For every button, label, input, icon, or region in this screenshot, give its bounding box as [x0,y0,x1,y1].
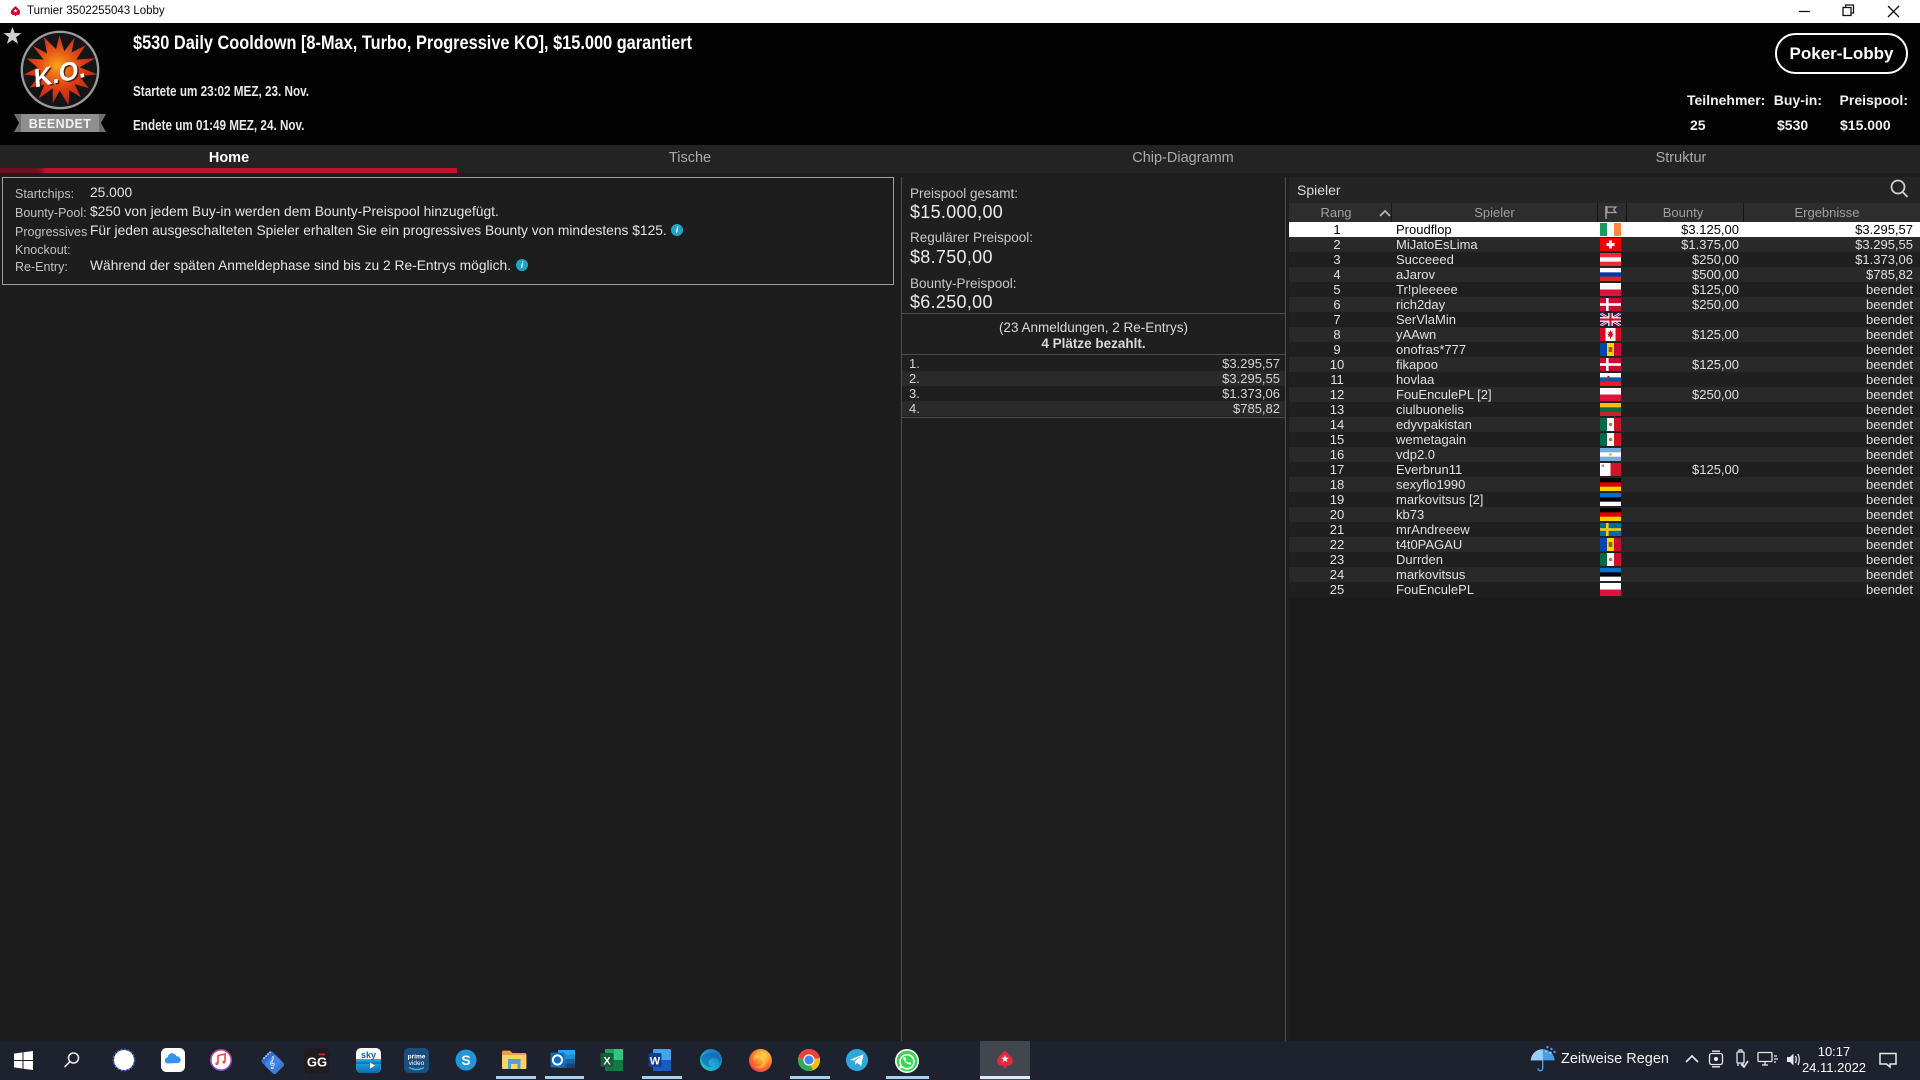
svg-text:GG: GG [307,1055,327,1070]
svg-text:W: W [650,1056,661,1068]
svg-text:sky: sky [361,1050,376,1060]
svg-text:BEENDET: BEENDET [29,117,92,131]
svg-text:S: S [461,1052,470,1068]
svg-text:video: video [409,1060,425,1067]
svg-text:X: X [603,1056,611,1068]
svg-text:𝄞: 𝄞 [269,1056,276,1069]
